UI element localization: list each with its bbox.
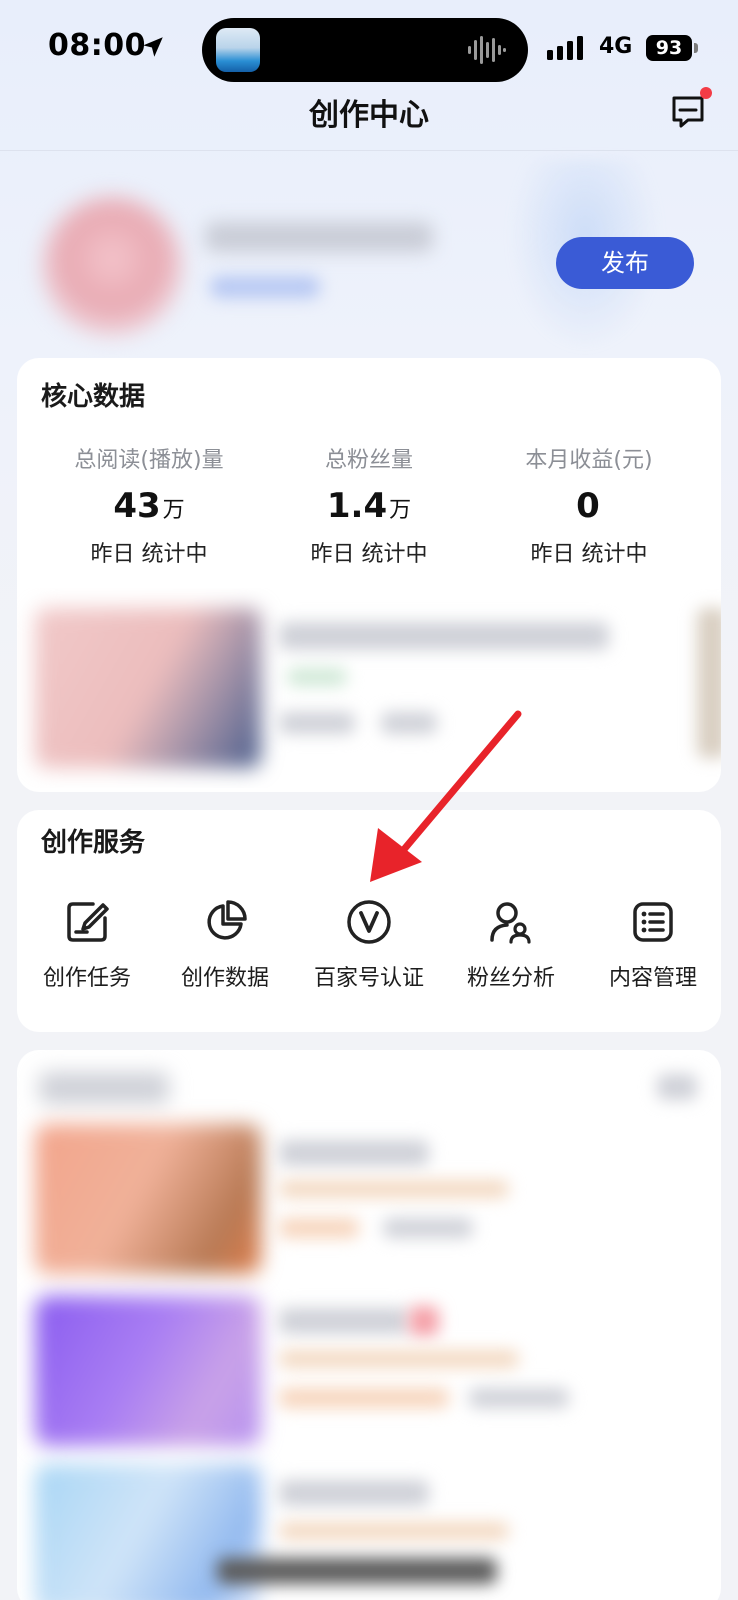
- app-thumbnail-icon: [216, 28, 260, 72]
- service-label: 粉丝分析: [466, 966, 555, 991]
- publish-button[interactable]: 发布: [556, 237, 694, 289]
- stat-sub: 昨日 统计中: [310, 542, 428, 567]
- stat-number: 1.4: [326, 486, 388, 526]
- stat-total-fans[interactable]: 总粉丝量 1.4万 昨日 统计中: [249, 442, 489, 568]
- stat-value: 0: [469, 486, 709, 526]
- notification-dot: [700, 87, 712, 99]
- rec-item-meta-blurred: [383, 1218, 473, 1238]
- baidu-jingyan-watermark: Baidu经验 jingyan.baidu.com: [560, 1500, 720, 1570]
- stat-monthly-income[interactable]: 本月收益(元) 0 昨日 统计中: [469, 442, 709, 568]
- service-creation-task[interactable]: 创作任务: [17, 898, 157, 992]
- stat-total-reads[interactable]: 总阅读(播放)量 43万 昨日 统计中: [29, 442, 269, 568]
- rec-item-sub-blurred: [279, 1180, 509, 1198]
- service-label: 内容管理: [608, 966, 697, 991]
- service-creation-data[interactable]: 创作数据: [155, 898, 295, 992]
- status-bar: 08:00 4G 93: [0, 0, 738, 100]
- rec-title-blurred: [39, 1072, 169, 1104]
- status-time: 08:00: [48, 28, 146, 63]
- rec-thumbnail-blurred[interactable]: [35, 1124, 261, 1274]
- nav-divider: [0, 150, 738, 151]
- stat-value: 43万: [29, 486, 269, 526]
- username-blurred: [205, 222, 433, 252]
- rec-more-blurred: [657, 1074, 697, 1100]
- rec-item-sub-blurred: [279, 1522, 509, 1540]
- fans-icon: [490, 902, 531, 944]
- content-next-thumb-blurred: [697, 608, 721, 758]
- creation-services-card: 创作服务 创作任务 创作数据 百家号认证 粉丝分析 内容管理: [17, 810, 721, 1032]
- pie-chart-icon: [207, 900, 247, 940]
- battery-level: 93: [655, 37, 683, 59]
- rec-thumbnail-blurred[interactable]: [35, 1296, 261, 1446]
- stat-unit: 万: [162, 498, 185, 523]
- stat-value: 1.4万: [249, 486, 489, 526]
- stat-sub: 昨日 统计中: [530, 542, 648, 567]
- services-title: 创作服务: [41, 828, 146, 858]
- content-thumbnail-blurred: [35, 608, 261, 768]
- battery-tip: [694, 43, 698, 53]
- cellular-signal-icon: [547, 36, 583, 60]
- edit-task-icon: [67, 902, 109, 942]
- core-data-title: 核心数据: [41, 382, 146, 412]
- battery-icon: 93: [646, 35, 692, 61]
- audio-wave-icon: [468, 36, 506, 64]
- watermark-url: jingyan.baidu.com: [600, 1546, 720, 1561]
- service-baijiahao-verify[interactable]: 百家号认证: [299, 898, 439, 992]
- rec-item-meta-blurred: [279, 1218, 359, 1238]
- stat-label: 总粉丝量: [324, 448, 413, 473]
- core-data-card: 核心数据 总阅读(播放)量 43万 昨日 统计中 总粉丝量 1.4万 昨日 统计…: [17, 358, 721, 792]
- service-fans-analysis[interactable]: 粉丝分析: [441, 898, 581, 992]
- service-label: 创作任务: [42, 966, 131, 991]
- rec-item-title-blurred: [279, 1308, 409, 1334]
- content-tag-blurred: [287, 668, 347, 686]
- content-meta-blurred: [279, 712, 355, 734]
- content-title-blurred: [279, 622, 609, 650]
- network-type: 4G: [599, 34, 633, 59]
- rec-item-badge-blurred: [409, 1306, 439, 1336]
- user-tag-blurred: [210, 276, 320, 298]
- stat-label: 总阅读(播放)量: [74, 448, 224, 473]
- service-label: 百家号认证: [313, 966, 424, 991]
- list-icon: [633, 902, 673, 942]
- stat-number: 0: [576, 486, 600, 526]
- rec-item-meta-blurred: [469, 1388, 569, 1408]
- content-meta-blurred: [381, 712, 437, 734]
- rec-item-sub-blurred: [279, 1350, 519, 1368]
- dynamic-island: [202, 18, 528, 82]
- stat-sub: 昨日 统计中: [90, 542, 208, 567]
- service-label: 创作数据: [180, 966, 269, 991]
- stat-unit: 万: [389, 498, 412, 523]
- avatar[interactable]: [42, 196, 182, 336]
- toast-blurred: [217, 1558, 497, 1584]
- service-content-management[interactable]: 内容管理: [583, 898, 723, 992]
- rec-item-title-blurred: [279, 1140, 429, 1166]
- content-strip-blurred[interactable]: [17, 588, 721, 788]
- rec-item-title-blurred: [279, 1480, 429, 1506]
- location-arrow-icon: [143, 37, 163, 57]
- page-title: 创作中心: [309, 98, 429, 133]
- stat-number: 43: [113, 486, 161, 526]
- stat-label: 本月收益(元): [525, 448, 653, 473]
- verified-v-icon: [347, 900, 391, 944]
- rec-item-meta-blurred: [279, 1388, 449, 1408]
- watermark-brand: Baidu经验: [560, 1508, 717, 1543]
